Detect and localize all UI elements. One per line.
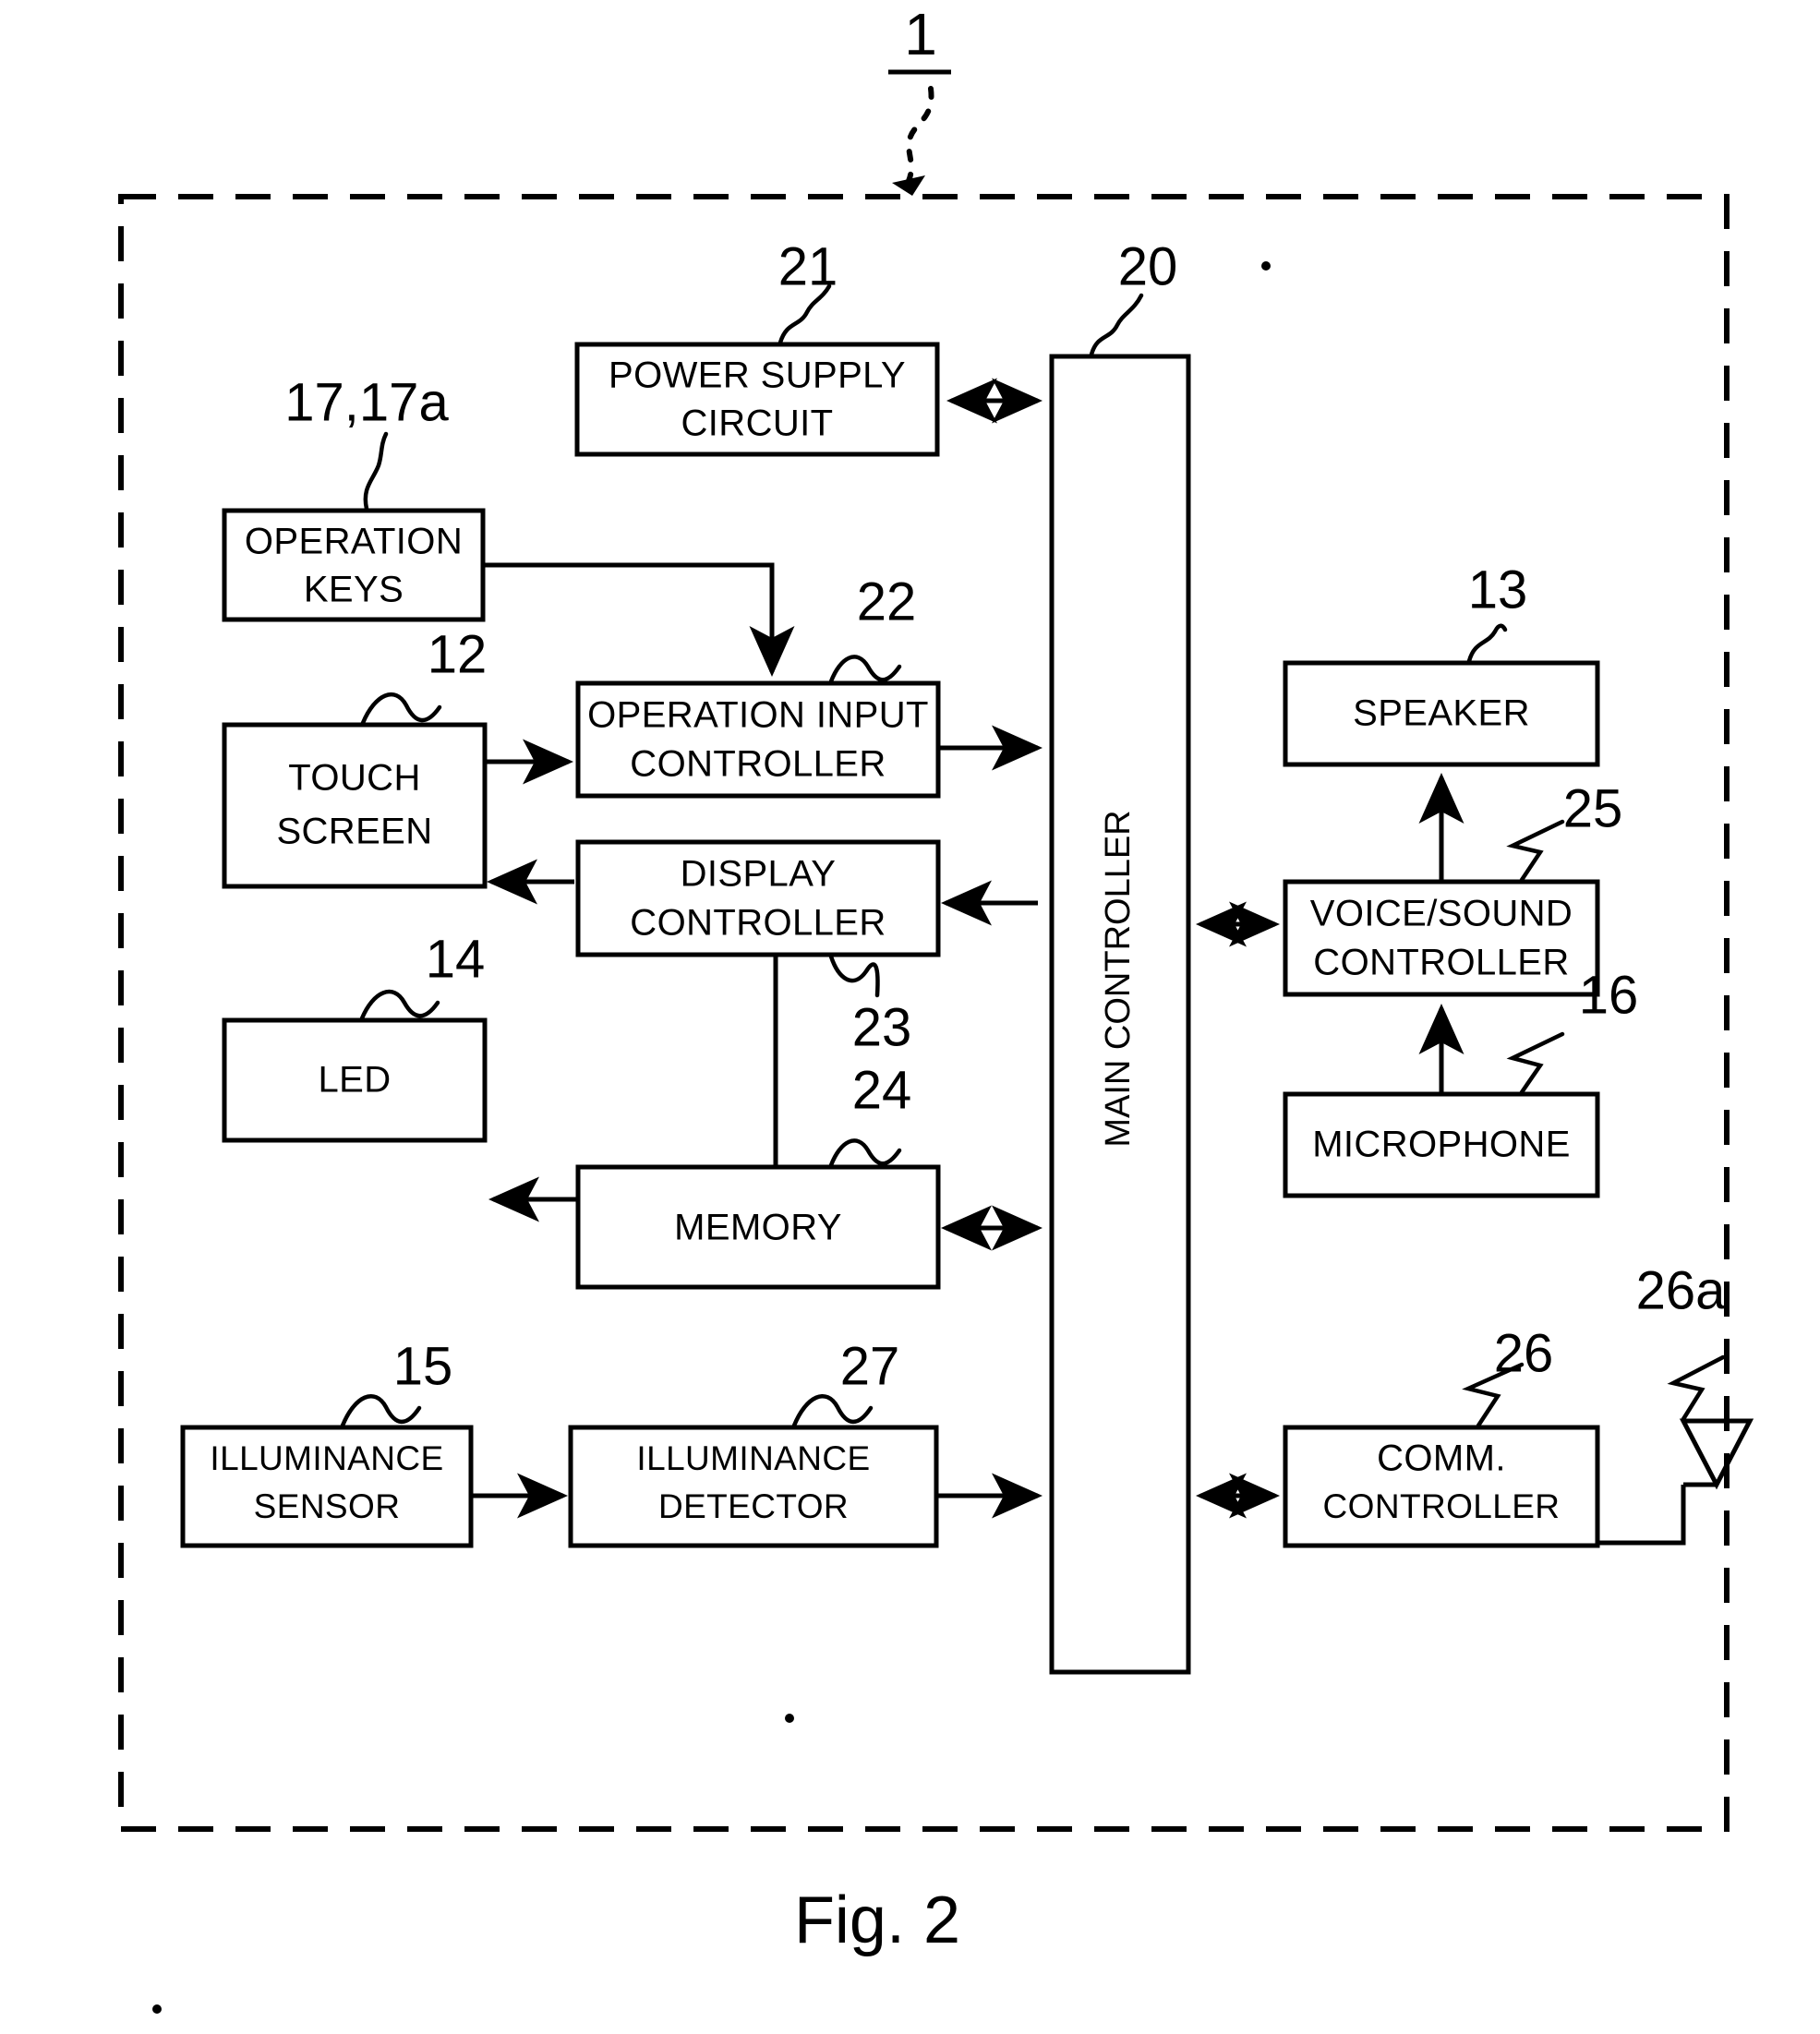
block-label-led: LED (318, 1060, 391, 1101)
ref-label-operation-input-controller: 22 (857, 572, 917, 632)
ref-label-system: 1 (904, 1, 937, 67)
block-label-touch-screen-line1: TOUCH (288, 758, 420, 799)
wire-display-controller-to-led (488, 955, 778, 1222)
block-label-touch-screen-line2: SCREEN (276, 812, 432, 852)
block-label-operation-keys-line1: OPERATION (245, 522, 463, 562)
block-label-main-controller: MAIN CONTROLLER (1099, 810, 1138, 1147)
ref-leader-operation-input-controller (828, 655, 902, 684)
ref-label-speaker: 13 (1468, 560, 1528, 620)
ref-leader-system (906, 86, 934, 184)
block-label-power-supply-line1: POWER SUPPLY (609, 355, 906, 396)
ref-label-memory: 24 (852, 1060, 912, 1120)
ref-leader-display-controller (828, 954, 880, 998)
ref-label-illuminance-sensor: 15 (393, 1336, 453, 1396)
block-label-voice-sound-controller-line2: CONTROLLER (1313, 943, 1569, 983)
scan-artifact-dot-top (1261, 261, 1271, 271)
block-label-power-supply-line2: CIRCUIT (681, 403, 833, 444)
wire-operation-keys-to-operation-input-controller (483, 562, 795, 677)
scan-artifact-dot-corner (152, 2004, 162, 2014)
ref-label-main-controller: 20 (1118, 236, 1178, 296)
scan-artifact-dot-bottom (785, 1714, 794, 1723)
ref-leader-microphone (1506, 1031, 1565, 1095)
ref-label-touch-screen: 12 (428, 624, 488, 684)
block-label-comm-controller-line1: COMM. (1377, 1438, 1506, 1479)
block-label-speaker: SPEAKER (1353, 693, 1530, 734)
block-label-operation-keys-line2: KEYS (304, 570, 404, 610)
figure-root: 1 MAIN CONTROLLER 20 POWER SUPPLY CIRCUI… (0, 0, 1820, 2034)
block-label-illuminance-detector-line2: DETECTOR (658, 1487, 849, 1525)
ref-leader-touch-screen (360, 692, 442, 726)
ref-leader-illuminance-detector (791, 1394, 874, 1428)
block-touch-screen[interactable] (222, 722, 488, 889)
block-label-display-controller-line1: DISPLAY (681, 854, 837, 895)
block-label-memory: MEMORY (674, 1208, 842, 1248)
block-label-microphone: MICROPHONE (1312, 1125, 1571, 1165)
ref-label-operation-keys: 17,17a (284, 372, 449, 432)
ref-label-illuminance-detector: 27 (840, 1336, 900, 1396)
block-diagram-svg: 1 MAIN CONTROLLER 20 POWER SUPPLY CIRCUI… (118, 1, 1754, 2014)
ref-leader-illuminance-sensor (340, 1394, 422, 1428)
ref-leader-led (359, 989, 440, 1021)
wire-comm-controller-to-antenna (1597, 1485, 1686, 1546)
ref-leader-speaker (1466, 623, 1508, 664)
block-label-comm-controller-line2: CONTROLLER (1323, 1487, 1561, 1525)
block-label-operation-input-controller-line1: OPERATION INPUT (587, 695, 929, 736)
block-label-operation-input-controller-line2: CONTROLLER (630, 744, 886, 785)
ref-label-display-controller: 23 (852, 997, 912, 1057)
ref-leader-voice-sound-controller (1506, 819, 1565, 883)
ref-leader-memory (828, 1138, 902, 1168)
ref-leader-antenna (1667, 1354, 1726, 1422)
block-label-illuminance-detector-line1: ILLUMINANCE (636, 1439, 870, 1477)
ref-label-microphone: 16 (1579, 965, 1639, 1025)
figure-caption: Fig. 2 (794, 1884, 960, 1957)
block-label-voice-sound-controller-line1: VOICE/SOUND (1310, 894, 1573, 934)
antenna-icon (1679, 1418, 1754, 1490)
ref-leader-operation-keys (363, 431, 389, 512)
ref-leader-main-controller (1089, 293, 1144, 357)
ref-label-antenna: 26a (1636, 1260, 1727, 1320)
block-label-display-controller-line2: CONTROLLER (630, 903, 886, 944)
block-label-illuminance-sensor-line1: ILLUMINANCE (210, 1439, 443, 1477)
ref-label-led: 14 (426, 929, 486, 989)
block-label-illuminance-sensor-line2: SENSOR (254, 1487, 401, 1525)
ref-label-voice-sound-controller: 25 (1563, 778, 1623, 838)
